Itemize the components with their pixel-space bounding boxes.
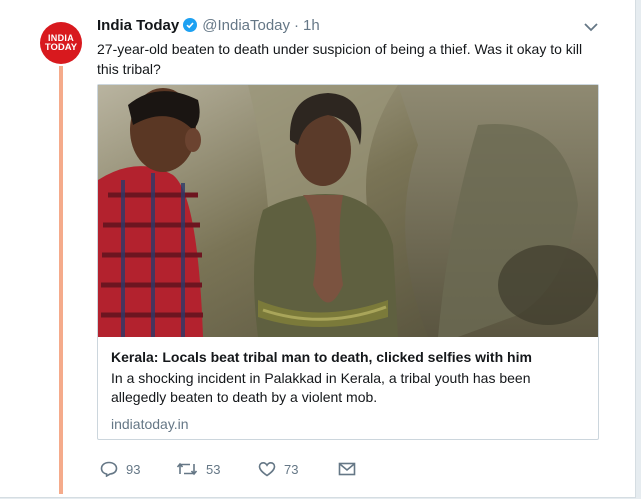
card-body: Kerala: Locals beat tribal man to death,… <box>111 347 589 433</box>
retweet-icon <box>176 462 198 476</box>
verified-badge-icon <box>183 18 198 32</box>
reply-icon <box>100 461 118 477</box>
reply-count: 93 <box>126 461 141 477</box>
tweet-text: 27-year-old beaten to death under suspic… <box>97 41 583 77</box>
direct-message-button[interactable] <box>338 462 356 476</box>
link-card[interactable]: Kerala: Locals beat tribal man to death,… <box>97 84 599 440</box>
avatar[interactable]: INDIA TODAY <box>40 22 82 64</box>
envelope-icon <box>338 462 356 476</box>
author-handle[interactable]: @IndiaToday <box>202 17 290 34</box>
card-image <box>98 85 598 337</box>
tweet[interactable]: INDIA TODAY India Today @IndiaToday · 1h… <box>0 0 636 498</box>
author-name[interactable]: India Today <box>97 17 179 34</box>
retweet-button[interactable]: 53 <box>176 461 258 477</box>
tweet-header: India Today @IndiaToday · 1h <box>97 15 320 35</box>
heart-icon <box>258 461 276 477</box>
chevron-down-icon[interactable] <box>583 20 599 32</box>
reply-button[interactable]: 93 <box>100 461 176 477</box>
tweet-actions: 93 53 73 <box>100 458 356 480</box>
thread-line <box>59 66 63 494</box>
card-description: In a shocking incident in Palakkad in Ke… <box>111 370 531 405</box>
tweet-time[interactable]: 1h <box>303 17 320 34</box>
avatar-logo-line-2: TODAY <box>44 42 78 53</box>
like-count: 73 <box>284 461 299 477</box>
retweet-count: 53 <box>206 461 221 477</box>
like-button[interactable]: 73 <box>258 461 338 477</box>
card-title[interactable]: Kerala: Locals beat tribal man to death,… <box>111 347 589 367</box>
card-domain[interactable]: indiatoday.in <box>111 415 589 433</box>
separator-dot: · <box>294 16 300 34</box>
